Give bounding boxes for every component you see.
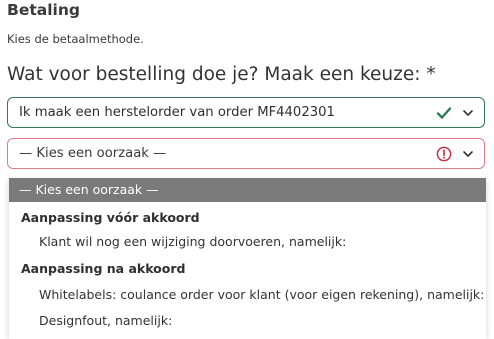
dropdown-group-label: Aanpassing na akkoord: [21, 261, 186, 276]
order-type-question: Wat voor bestelling doe je? Maak een keu…: [7, 64, 436, 85]
dropdown-option-placeholder[interactable]: — Kies een oorzaak —: [9, 178, 486, 202]
dropdown-option[interactable]: Klant wil nog een wijziging doorvoeren, …: [9, 234, 486, 250]
cause-select[interactable]: — Kies een oorzaak —: [7, 138, 485, 169]
dropdown-option[interactable]: Designfout, namelijk:: [9, 313, 486, 329]
check-icon: [436, 106, 452, 119]
payment-form: Betaling Kies de betaalmethode. Wat voor…: [0, 0, 494, 339]
order-type-select-value: Ik maak een herstelorder van order MF440…: [19, 105, 335, 120]
chevron-down-icon[interactable]: [462, 148, 474, 160]
section-title: Betaling: [7, 1, 80, 19]
dropdown-group-label: Aanpassing vóór akkoord: [21, 210, 200, 225]
section-subtitle: Kies de betaalmethode.: [7, 32, 144, 46]
error-circle-icon: [436, 146, 452, 161]
cause-select-value: — Kies een oorzaak —: [19, 146, 167, 161]
chevron-down-icon[interactable]: [462, 107, 474, 119]
cause-dropdown-list: — Kies een oorzaak — Aanpassing vóór akk…: [9, 178, 486, 339]
order-type-select[interactable]: Ik maak een herstelorder van order MF440…: [7, 97, 485, 128]
dropdown-option[interactable]: Whitelabels: coulance order voor klant (…: [9, 287, 486, 303]
